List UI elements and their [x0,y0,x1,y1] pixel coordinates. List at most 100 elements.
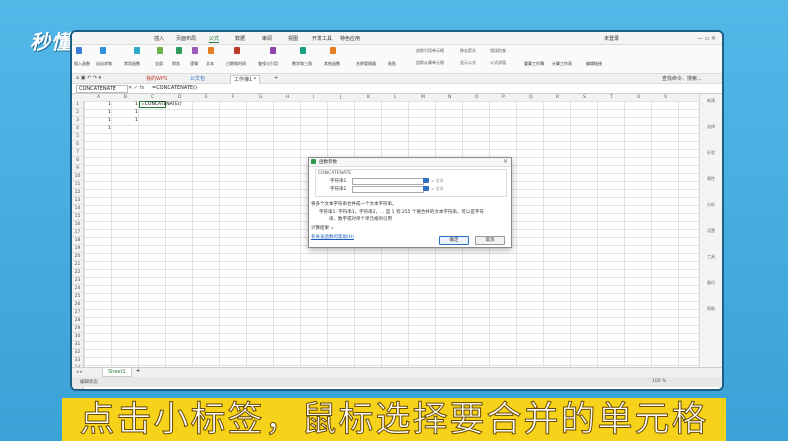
trace-precedents[interactable]: 追踪引用单元格 [416,48,444,54]
row-header[interactable]: 4 [72,125,84,133]
row-header[interactable]: 21 [72,261,84,269]
col-B[interactable]: B [124,95,127,100]
sheet-nav-arrows[interactable]: ◂ ▸ [76,369,83,375]
col-N[interactable]: N [448,95,451,100]
string1-input[interactable] [352,178,424,185]
col-G[interactable]: G [259,95,263,100]
col-U[interactable]: U [637,95,640,100]
col-J[interactable]: J [340,95,341,100]
col-P[interactable]: P [502,95,505,100]
row-header[interactable]: 1 [72,101,84,109]
col-V[interactable]: V [664,95,667,100]
ribbon-label-name-manager[interactable]: 名称管理器 [356,61,376,67]
row-header[interactable]: 10 [72,173,84,181]
col-H[interactable]: H [286,95,289,100]
pane-property[interactable]: 属性 [700,172,722,198]
row-header[interactable]: 16 [72,221,84,229]
row-header[interactable]: 5 [72,133,84,141]
col-K[interactable]: K [367,95,370,100]
cancel-button[interactable]: 取消 [475,236,505,245]
fx-icon[interactable]: ✕ ✓ fx [128,85,144,91]
row-header[interactable]: 17 [72,229,84,237]
cell-A2[interactable]: 1 [108,110,111,115]
row-header[interactable]: 11 [72,181,84,189]
menu-page-layout[interactable]: 页面布局 [176,35,196,42]
row-header[interactable]: 12 [72,189,84,197]
row-header[interactable]: 14 [72,205,84,213]
text-icon[interactable] [208,47,214,54]
cell-A3[interactable]: 1 [108,118,111,123]
evaluate-formula[interactable]: 公式求值 [490,60,506,66]
range-select-icon[interactable] [423,178,429,183]
edit-links[interactable]: 编辑链接 [586,61,602,67]
add-sheet-button[interactable]: + [136,368,140,374]
new-tab-icon[interactable]: + [274,75,278,81]
function-help-link[interactable]: 有关该函数的帮助(H) [311,234,354,240]
row-header[interactable]: 25 [72,293,84,301]
row-header[interactable]: 30 [72,333,84,341]
row-header[interactable]: 19 [72,245,84,253]
date-time-icon[interactable] [234,47,240,54]
lookup-icon[interactable] [270,47,276,54]
insert-function-icon[interactable] [76,47,82,54]
row-header[interactable]: 2 [72,109,84,117]
menu-data[interactable]: 数据 [235,35,245,42]
range-select-icon[interactable] [423,186,429,191]
row-header[interactable]: 15 [72,213,84,221]
window-controls[interactable]: — ▫ ✕ [697,35,716,42]
template-tab[interactable]: 公文包 [190,75,205,82]
logical-icon[interactable] [192,47,198,54]
ok-button[interactable]: 确定 [439,236,469,245]
pane-tools[interactable]: 工具 [700,250,722,276]
col-D[interactable]: D [178,95,181,100]
row-header[interactable]: 26 [72,301,84,309]
pane-select[interactable]: 选择 [700,120,722,146]
cell-B2[interactable]: 1 [135,110,138,115]
row-header[interactable]: 31 [72,341,84,349]
menu-developer[interactable]: 开发工具 [312,35,332,42]
col-A[interactable]: A [97,95,100,100]
col-M[interactable]: M [421,95,425,100]
row-header[interactable]: 33 [72,357,84,365]
col-R[interactable]: R [556,95,559,100]
row-header[interactable]: 18 [72,237,84,245]
row-header[interactable]: 8 [72,157,84,165]
sheet-tab-sheet1[interactable]: Sheet1 [102,368,132,377]
remove-arrows[interactable]: 移去箭头 [460,48,476,54]
financial-icon[interactable] [176,47,182,54]
menu-review[interactable]: 审阅 [262,35,272,42]
row-header[interactable]: 28 [72,317,84,325]
cell-B3[interactable]: 1 [135,118,138,123]
row-header[interactable]: 29 [72,325,84,333]
workbook-tab[interactable]: 工作簿1 * [230,75,261,84]
string2-input[interactable] [352,186,424,193]
row-header[interactable]: 27 [72,309,84,317]
col-O[interactable]: O [475,95,479,100]
row-header[interactable]: 32 [72,349,84,357]
name-box[interactable]: CONCATENATE [76,85,128,93]
pane-new[interactable]: 新建 [700,94,722,120]
row-header[interactable]: 23 [72,277,84,285]
col-E[interactable]: E [205,95,208,100]
pane-help[interactable]: 帮助 [700,302,722,328]
pane-analysis[interactable]: 分析 [700,198,722,224]
error-check[interactable]: 错误检查 [490,48,506,54]
trace-dependents[interactable]: 追踪从属单元格 [416,60,444,66]
pane-shape[interactable]: 形状 [700,146,722,172]
common-functions-icon[interactable] [134,47,140,54]
wps-home-tab[interactable]: 我的WPS [146,75,167,82]
row-header[interactable]: 24 [72,285,84,293]
col-F[interactable]: F [232,95,235,100]
other-functions-icon[interactable] [330,47,336,54]
recalc-workbook[interactable]: 重算工作簿 [524,61,544,67]
col-C[interactable]: C [151,95,154,100]
cell-B1[interactable]: 1 [135,102,138,107]
menu-view[interactable]: 视图 [288,35,298,42]
col-S[interactable]: S [583,95,586,100]
row-header[interactable]: 22 [72,269,84,277]
col-I[interactable]: I [313,95,314,100]
formula-input[interactable]: =CONCATENATE() [152,85,197,91]
calc-sheet[interactable]: 计算工作表 [552,61,572,67]
ribbon-label-paste[interactable]: 粘贴 [388,61,396,67]
cell-A1[interactable]: 1 [108,102,111,107]
